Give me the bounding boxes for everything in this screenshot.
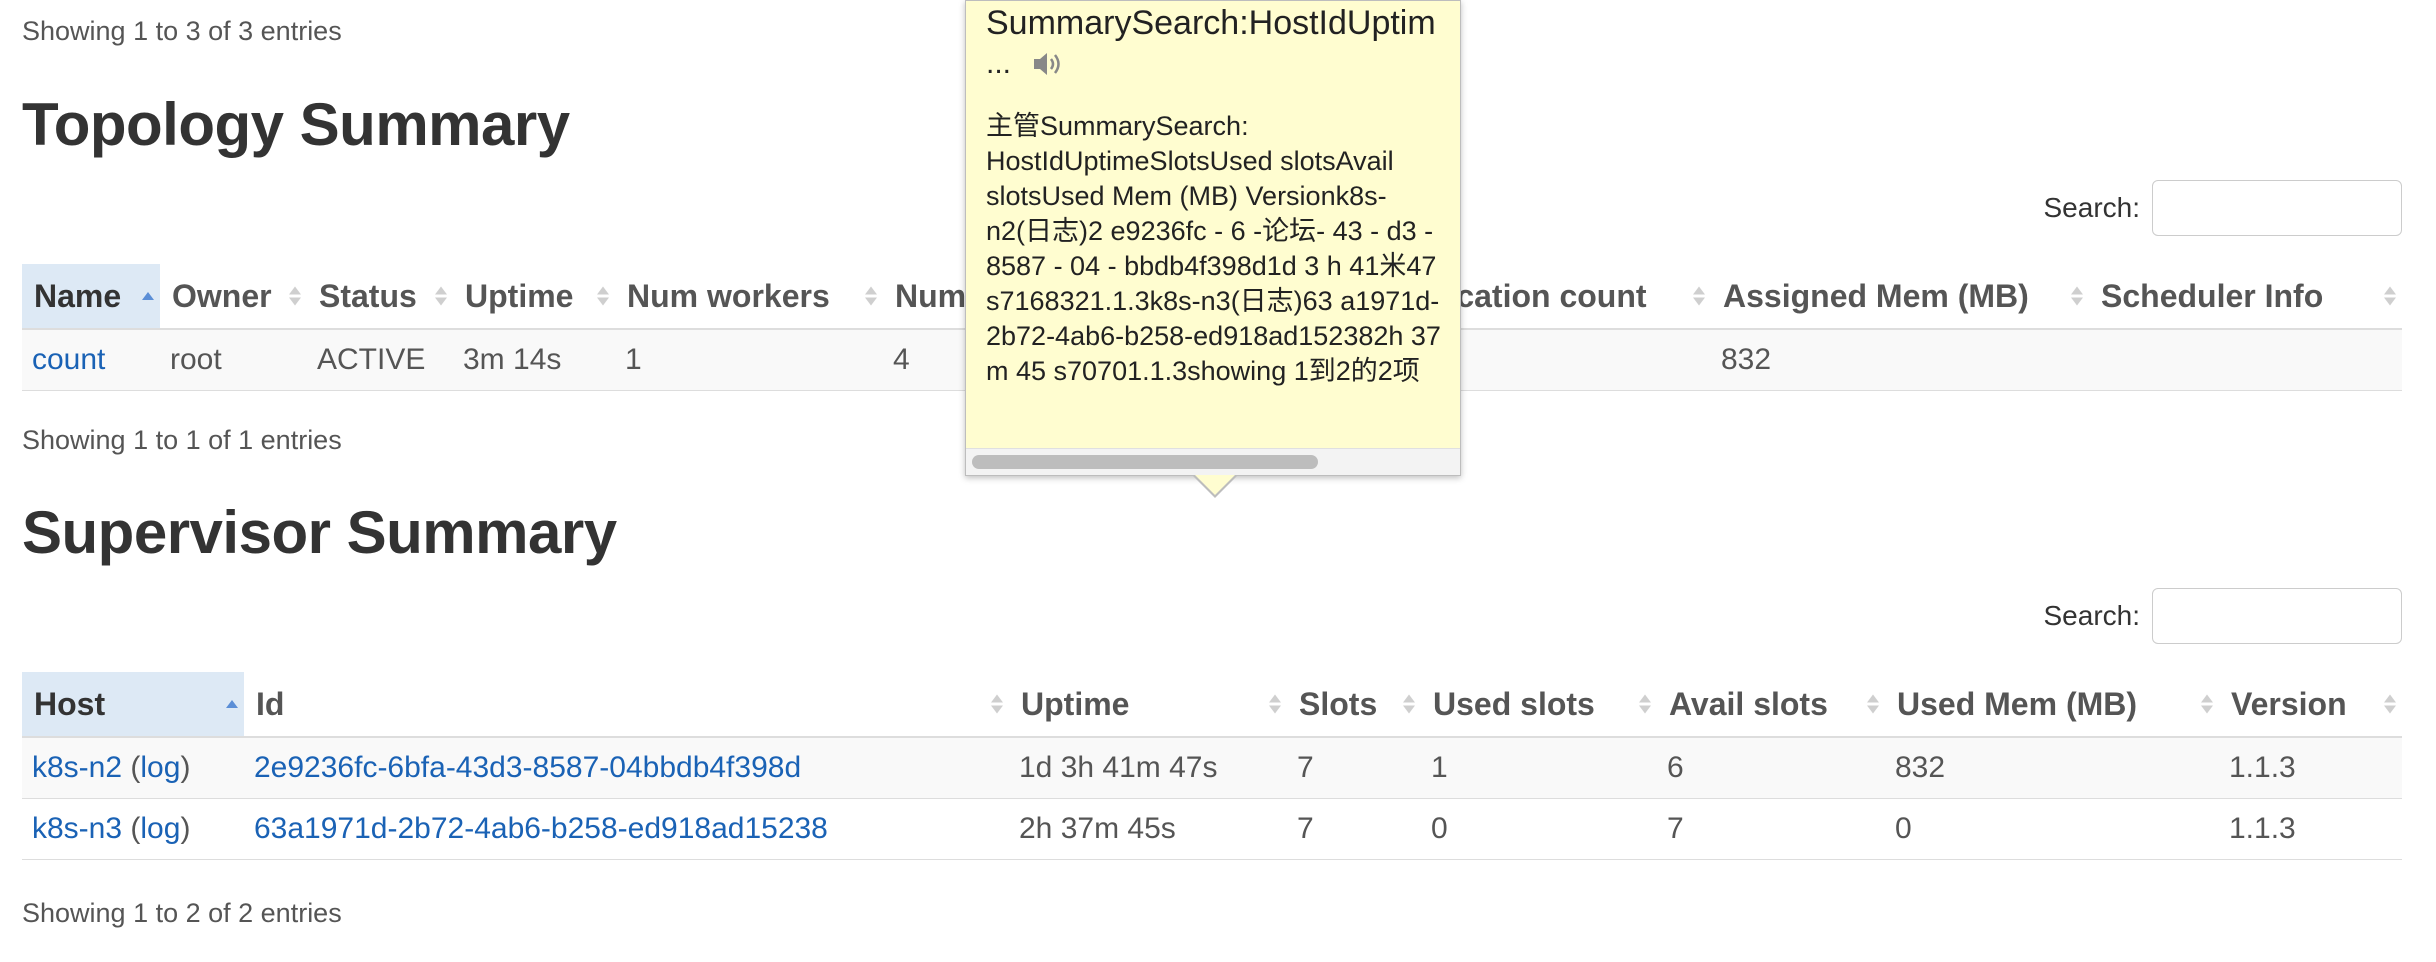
sort-icon bbox=[435, 286, 447, 306]
table-row: k8s-n2 (log) 2e9236fc-6bfa-43d3-8587-04b… bbox=[22, 737, 2402, 799]
col-header-uptime[interactable]: Uptime bbox=[1009, 672, 1287, 738]
col-header-num-workers[interactable]: Num workers bbox=[615, 264, 883, 330]
sort-icon bbox=[1693, 286, 1705, 306]
supervisor-search-label: Search: bbox=[2043, 600, 2141, 631]
col-header-avail-slots[interactable]: Avail slots bbox=[1657, 672, 1885, 738]
uptime-cell: 1d 3h 41m 47s bbox=[1009, 737, 1287, 799]
sort-icon bbox=[2201, 694, 2213, 714]
col-header-status[interactable]: Status bbox=[307, 264, 453, 330]
avail-slots-cell: 6 bbox=[1657, 737, 1885, 799]
supervisor-id-link[interactable]: 63a1971d-2b72-4ab6-b258-ed918ad15238 bbox=[254, 812, 828, 845]
sort-icon bbox=[289, 286, 301, 306]
owner-cell: root bbox=[160, 329, 307, 391]
popup-scrollbar-thumb[interactable] bbox=[972, 455, 1318, 469]
speaker-icon[interactable] bbox=[1032, 49, 1066, 79]
avail-slots-cell: 7 bbox=[1657, 798, 1885, 860]
sort-icon bbox=[1867, 694, 1879, 714]
used-slots-cell: 0 bbox=[1421, 798, 1657, 860]
scheduler-info-cell bbox=[2089, 329, 2402, 391]
used-mem-cell: 832 bbox=[1885, 737, 2219, 799]
supervisor-header-row: Host Id Uptime Slots Used slots Avail sl… bbox=[22, 672, 2402, 738]
used-mem-cell: 0 bbox=[1885, 798, 2219, 860]
supervisor-entries-info: Showing 1 to 2 of 2 entries bbox=[22, 898, 342, 928]
table-row: k8s-n3 (log) 63a1971d-2b72-4ab6-b258-ed9… bbox=[22, 798, 2402, 860]
topology-search-label: Search: bbox=[2043, 192, 2141, 223]
supervisor-id-link[interactable]: 2e9236fc-6bfa-43d3-8587-04bbdb4f398d bbox=[254, 751, 801, 784]
col-header-owner[interactable]: Owner bbox=[160, 264, 307, 330]
supervisor-search: Search: bbox=[2043, 588, 2402, 644]
sort-icon bbox=[1639, 694, 1651, 714]
host-link[interactable]: k8s-n3 bbox=[32, 812, 122, 845]
col-header-used-mem[interactable]: Used Mem (MB) bbox=[1885, 672, 2219, 738]
popup-ellipsis: ... bbox=[986, 47, 1012, 80]
col-header-slots[interactable]: Slots bbox=[1287, 672, 1421, 738]
version-cell: 1.1.3 bbox=[2219, 737, 2402, 799]
topology-name-cell: count bbox=[22, 329, 160, 391]
num-workers-cell: 1 bbox=[615, 329, 883, 391]
topology-search: Search: bbox=[2043, 180, 2402, 236]
sort-icon bbox=[2071, 286, 2083, 306]
used-slots-cell: 1 bbox=[1421, 737, 1657, 799]
topology-summary-title: Topology Summary bbox=[22, 91, 570, 158]
col-header-scheduler-info[interactable]: Scheduler Info bbox=[2089, 264, 2402, 330]
sort-asc-icon bbox=[142, 292, 154, 300]
top-entries-info: Showing 1 to 3 of 3 entries bbox=[22, 16, 342, 46]
sort-asc-icon bbox=[226, 700, 238, 708]
col-header-uptime[interactable]: Uptime bbox=[453, 264, 615, 330]
uptime-cell: 2h 37m 45s bbox=[1009, 798, 1287, 860]
status-cell: ACTIVE bbox=[307, 329, 453, 391]
supervisor-summary-title: Supervisor Summary bbox=[22, 499, 617, 566]
col-header-used-slots[interactable]: Used slots bbox=[1421, 672, 1657, 738]
col-header-assigned-mem[interactable]: Assigned Mem (MB) bbox=[1711, 264, 2089, 330]
col-header-name[interactable]: Name bbox=[22, 264, 160, 330]
popup-body: 主管SummarySearch: HostIdUptimeSlotsUsed s… bbox=[986, 111, 1441, 386]
supervisor-table: Host Id Uptime Slots Used slots Avail sl… bbox=[22, 672, 2402, 860]
sort-icon bbox=[2384, 694, 2396, 714]
translation-popup[interactable]: SummarySearch:HostIdUptim ... 主管SummaryS… bbox=[965, 0, 1461, 476]
sort-icon bbox=[1269, 694, 1281, 714]
host-cell: k8s-n3 (log) bbox=[22, 798, 244, 860]
sort-icon bbox=[991, 694, 1003, 714]
slots-cell: 7 bbox=[1287, 798, 1421, 860]
topology-entries-info: Showing 1 to 1 of 1 entries bbox=[22, 425, 342, 455]
popup-pointer-fill bbox=[1195, 475, 1235, 495]
popup-title: SummarySearch:HostIdUptim bbox=[986, 4, 1436, 42]
host-cell: k8s-n2 (log) bbox=[22, 737, 244, 799]
col-header-host[interactable]: Host bbox=[22, 672, 244, 738]
slots-cell: 7 bbox=[1287, 737, 1421, 799]
sort-icon bbox=[1403, 694, 1415, 714]
col-header-version[interactable]: Version bbox=[2219, 672, 2402, 738]
topology-search-input[interactable] bbox=[2152, 180, 2402, 236]
host-link[interactable]: k8s-n2 bbox=[32, 751, 122, 784]
version-cell: 1.1.3 bbox=[2219, 798, 2402, 860]
popup-scrollbar[interactable] bbox=[966, 448, 1460, 475]
supervisor-search-input[interactable] bbox=[2152, 588, 2402, 644]
sort-icon bbox=[2384, 286, 2396, 306]
id-cell: 63a1971d-2b72-4ab6-b258-ed918ad15238 bbox=[244, 798, 1009, 860]
sort-icon bbox=[865, 286, 877, 306]
sort-icon bbox=[597, 286, 609, 306]
topology-name-link[interactable]: count bbox=[32, 343, 105, 376]
uptime-cell: 3m 14s bbox=[453, 329, 615, 391]
log-link[interactable]: log bbox=[140, 751, 180, 784]
log-link[interactable]: log bbox=[140, 812, 180, 845]
col-header-id[interactable]: Id bbox=[244, 672, 1009, 738]
assigned-mem-cell: 832 bbox=[1711, 329, 2089, 391]
id-cell: 2e9236fc-6bfa-43d3-8587-04bbdb4f398d bbox=[244, 737, 1009, 799]
